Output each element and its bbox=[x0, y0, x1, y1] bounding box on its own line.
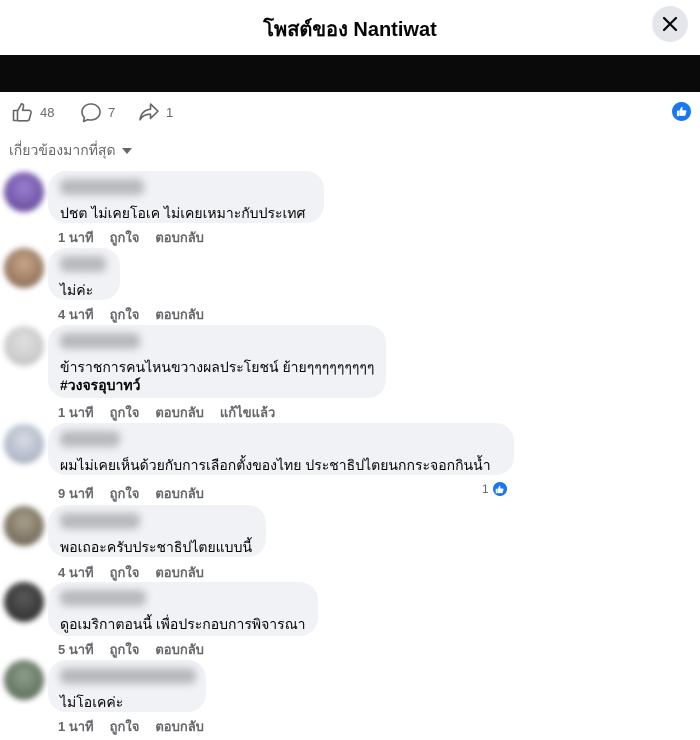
comment-text: ปชต ไม่เคยโอเค ไม่เคยเหมาะกับประเทศ bbox=[60, 205, 306, 221]
comment-time[interactable]: 4 นาที bbox=[58, 562, 94, 583]
reaction-count: 1 bbox=[482, 482, 489, 496]
close-icon bbox=[662, 16, 678, 32]
post-stats-row: 48 7 1 bbox=[0, 92, 700, 132]
reply-link[interactable]: ตอบกลับ bbox=[155, 483, 204, 504]
comment-text: พอเถอะครับประชาธิปไตยแบบนี้ bbox=[60, 539, 253, 555]
commenter-name[interactable] bbox=[60, 668, 196, 684]
comment-time[interactable]: 4 นาที bbox=[58, 304, 94, 325]
commenter-name[interactable] bbox=[60, 513, 140, 529]
like-link[interactable]: ถูกใจ bbox=[110, 562, 140, 583]
avatar[interactable] bbox=[4, 660, 44, 700]
avatar[interactable] bbox=[4, 506, 44, 546]
sort-label: เกี่ยวข้องมากที่สุด bbox=[9, 142, 116, 158]
thumbs-up-icon bbox=[12, 103, 32, 122]
comment-hashtag[interactable]: #วงจรอุบาทว์ bbox=[60, 376, 374, 394]
thumbs-up-icon bbox=[676, 106, 687, 117]
comment-count: 7 bbox=[108, 105, 116, 120]
share-arrow-icon bbox=[139, 103, 159, 121]
commenter-name[interactable] bbox=[60, 256, 106, 272]
like-reaction-badge[interactable] bbox=[672, 102, 691, 121]
comment-bubble: พอเถอะครับประชาธิปไตยแบบนี้ bbox=[48, 505, 266, 557]
avatar[interactable] bbox=[4, 582, 44, 622]
comment-actions: 4 นาที ถูกใจ ตอบกลับ bbox=[58, 562, 220, 583]
reply-link[interactable]: ตอบกลับ bbox=[155, 227, 204, 248]
comment-bubble: ผมไม่เคยเห็นด้วยกับการเลือกตั้งของไทย ปร… bbox=[48, 423, 514, 475]
commenter-name[interactable] bbox=[60, 333, 140, 349]
comment-actions: 5 นาที ถูกใจ ตอบกลับ bbox=[58, 639, 220, 660]
comment-text: ข้าราชการคนไหนขวางผลประโยชน์ ย้ายๆๆๆๆๆๆๆ… bbox=[60, 359, 375, 375]
like-link[interactable]: ถูกใจ bbox=[110, 716, 140, 737]
share-count: 1 bbox=[166, 104, 174, 120]
like-link[interactable]: ถูกใจ bbox=[110, 227, 140, 248]
comment-bubble: ดูอเมริกาตอนนี้ เพื่อประกอบการพิจารณา bbox=[48, 582, 318, 636]
comment-actions: 9 นาที ถูกใจ ตอบกลับ bbox=[58, 483, 220, 504]
comment-time[interactable]: 1 นาที bbox=[58, 402, 94, 423]
reply-link[interactable]: ตอบกลับ bbox=[155, 716, 204, 737]
comment-bubble: ไม่โอเคค่ะ bbox=[48, 660, 206, 712]
comment-actions: 1 นาที ถูกใจ ตอบกลับ แก้ไขแล้ว bbox=[58, 402, 291, 423]
comment-time[interactable]: 9 นาที bbox=[58, 483, 94, 504]
commenter-name[interactable] bbox=[60, 431, 120, 447]
reply-link[interactable]: ตอบกลับ bbox=[155, 639, 204, 660]
post-media-strip bbox=[0, 55, 700, 92]
reply-link[interactable]: ตอบกลับ bbox=[155, 562, 204, 583]
comment-text: ดูอเมริกาตอนนี้ เพื่อประกอบการพิจารณา bbox=[60, 616, 306, 632]
comment-actions: 1 นาที ถูกใจ ตอบกลับ bbox=[58, 227, 220, 248]
commenter-name[interactable] bbox=[60, 590, 146, 606]
speech-bubble-icon bbox=[81, 103, 101, 123]
like-count: 48 bbox=[40, 104, 55, 120]
like-link[interactable]: ถูกใจ bbox=[110, 304, 140, 325]
comment-time[interactable]: 1 นาที bbox=[58, 227, 94, 248]
comment-bubble: ไม่ค่ะ bbox=[48, 248, 120, 300]
share-stat[interactable]: 1 bbox=[138, 102, 173, 122]
dialog-header: โพสต์ของ Nantiwat bbox=[0, 0, 700, 55]
like-reaction-badge bbox=[490, 480, 509, 498]
comment-reaction-summary[interactable]: 1 bbox=[482, 480, 509, 498]
avatar[interactable] bbox=[4, 424, 44, 464]
comment-bubble: ข้าราชการคนไหนขวางผลประโยชน์ ย้ายๆๆๆๆๆๆๆ… bbox=[48, 325, 386, 398]
comment-bubble: ปชต ไม่เคยโอเค ไม่เคยเหมาะกับประเทศ bbox=[48, 171, 324, 223]
avatar[interactable] bbox=[4, 248, 44, 288]
comment-text: ผมไม่เคยเห็นด้วยกับการเลือกตั้งของไทย ปร… bbox=[60, 457, 491, 473]
close-button[interactable] bbox=[652, 6, 688, 42]
comment-actions: 4 นาที ถูกใจ ตอบกลับ bbox=[58, 304, 220, 325]
comment-sort-dropdown[interactable]: เกี่ยวข้องมากที่สุด bbox=[9, 140, 132, 162]
reply-link[interactable]: ตอบกลับ bbox=[155, 402, 204, 423]
comment-time[interactable]: 1 นาที bbox=[58, 716, 94, 737]
like-link[interactable]: ถูกใจ bbox=[110, 639, 140, 660]
reply-link[interactable]: ตอบกลับ bbox=[155, 304, 204, 325]
comment-stat[interactable]: 7 bbox=[80, 102, 115, 123]
thumbs-up-icon bbox=[495, 485, 504, 493]
dialog-title: โพสต์ของ Nantiwat bbox=[263, 19, 437, 41]
comment-time[interactable]: 5 นาที bbox=[58, 639, 94, 660]
avatar[interactable] bbox=[4, 326, 44, 366]
edited-label[interactable]: แก้ไขแล้ว bbox=[220, 402, 275, 423]
comment-text: ไม่ค่ะ bbox=[60, 282, 94, 298]
avatar[interactable] bbox=[4, 172, 44, 212]
comment-text: ไม่โอเคค่ะ bbox=[60, 694, 124, 710]
like-link[interactable]: ถูกใจ bbox=[110, 402, 140, 423]
commenter-name[interactable] bbox=[60, 179, 144, 195]
comment-actions: 1 นาที ถูกใจ ตอบกลับ bbox=[58, 716, 220, 737]
like-link[interactable]: ถูกใจ bbox=[110, 483, 140, 504]
like-stat[interactable]: 48 bbox=[12, 102, 54, 122]
caret-down-icon bbox=[121, 148, 132, 154]
